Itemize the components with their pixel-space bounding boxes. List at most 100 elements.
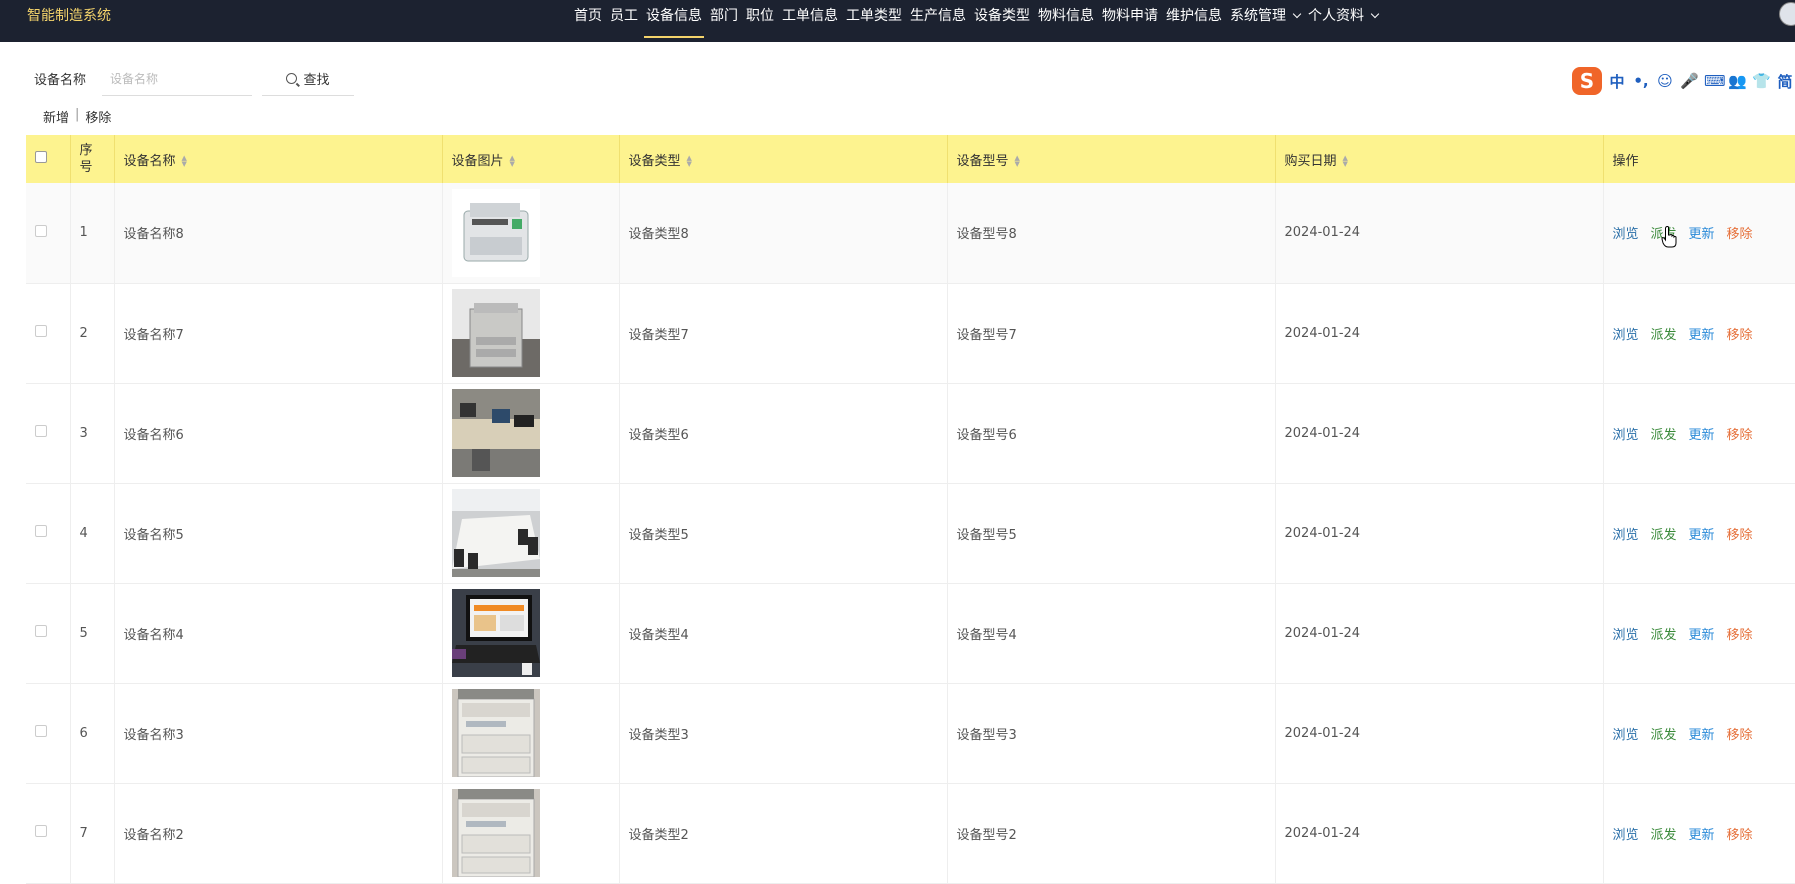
device-image[interactable] [451,389,540,477]
nav-item-7[interactable]: 生产信息 [906,5,970,35]
user-avatar[interactable] [1779,2,1795,26]
row-checkbox[interactable] [35,725,47,737]
remove-button[interactable]: 移除 [1727,528,1753,543]
view-button[interactable]: 浏览 [1613,528,1639,543]
update-button[interactable]: 更新 [1689,428,1715,443]
dispatch-button[interactable]: 派发 [1651,628,1677,643]
view-button[interactable]: 浏览 [1613,728,1639,743]
sort-icon[interactable]: ▲ ▼ [510,155,515,168]
ime-item-icon[interactable]: •, [1632,72,1650,90]
search-input[interactable] [102,62,252,96]
header-name[interactable]: 设备名称 ▲ ▼ [114,135,443,183]
ime-item-icon[interactable]: 👕 [1752,72,1771,90]
nav-item-0[interactable]: 首页 [570,5,606,35]
ime-item-icon[interactable]: ☺ [1656,72,1674,90]
header-select-all[interactable] [26,135,71,183]
row-index: 6 [70,683,115,784]
remove-button[interactable]: 移除 [1727,728,1753,743]
dispatch-button[interactable]: 派发 [1651,528,1677,543]
row-checkbox[interactable] [35,825,47,837]
remove-button[interactable]: 移除 [1727,828,1753,843]
device-image[interactable] [451,689,540,777]
view-button[interactable]: 浏览 [1613,628,1639,643]
row-device-model: 设备型号8 [947,183,1276,284]
nav-item-label: 个人资料 [1308,8,1364,24]
nav-item-13[interactable]: 个人资料 [1304,5,1382,35]
device-image[interactable] [451,289,540,377]
remove-button[interactable]: 移除 [1727,227,1753,242]
view-button[interactable]: 浏览 [1613,828,1639,843]
ime-item-icon[interactable]: 🎤 [1680,72,1699,90]
device-image[interactable] [451,489,540,577]
nav-item-5[interactable]: 工单信息 [778,5,842,35]
nav-item-11[interactable]: 维护信息 [1162,5,1226,35]
view-button[interactable]: 浏览 [1613,328,1639,343]
chevron-down-icon [1292,9,1302,19]
update-button[interactable]: 更新 [1689,828,1715,843]
ime-item-icon[interactable]: 中 [1608,71,1626,92]
row-image-cell [442,183,620,284]
dispatch-button[interactable]: 派发 [1651,828,1677,843]
nav-item-6[interactable]: 工单类型 [842,5,906,35]
row-index: 7 [70,783,115,884]
ime-item-icon[interactable]: 👥 [1728,72,1747,90]
row-checkbox[interactable] [35,525,47,537]
view-button[interactable]: 浏览 [1613,428,1639,443]
row-checkbox[interactable] [35,625,47,637]
update-button[interactable]: 更新 [1689,328,1715,343]
device-image[interactable] [451,188,540,277]
device-image[interactable] [451,789,540,877]
header-ops-label: 操作 [1612,153,1639,169]
select-all-checkbox[interactable] [35,151,47,163]
update-button[interactable]: 更新 [1689,628,1715,643]
update-button[interactable]: 更新 [1689,227,1715,242]
ime-item-icon[interactable]: 简 [1776,71,1794,92]
row-checkbox[interactable] [35,325,47,337]
sort-icon[interactable]: ▲ ▼ [687,155,692,168]
search-button[interactable]: 查找 [262,62,354,96]
row-index: 4 [70,483,115,584]
device-image[interactable] [451,589,540,677]
nav-item-8[interactable]: 设备类型 [970,5,1034,35]
row-index: 1 [70,183,115,284]
update-button[interactable]: 更新 [1689,728,1715,743]
nav-item-9[interactable]: 物料信息 [1034,5,1098,35]
sort-icon[interactable]: ▲ ▼ [182,155,187,168]
view-button[interactable]: 浏览 [1613,227,1639,242]
ime-item-icon[interactable]: ⌨ [1704,72,1726,90]
remove-button[interactable]: 移除 [1727,328,1753,343]
row-device-name: 设备名称8 [114,183,443,284]
add-button[interactable]: 新增 [43,107,69,126]
header-model[interactable]: 设备型号 ▲ ▼ [947,135,1276,183]
ime-logo-icon[interactable]: S [1572,67,1602,95]
header-type-label: 设备类型 [628,153,681,169]
sort-icon[interactable]: ▲ ▼ [1015,155,1020,168]
row-device-type: 设备类型6 [619,383,948,484]
nav-item-4[interactable]: 职位 [742,5,778,35]
remove-button[interactable]: 移除 [1727,628,1753,643]
sort-icon[interactable]: ▲ ▼ [1343,155,1348,168]
row-checkbox[interactable] [35,425,47,437]
dispatch-button[interactable]: 派发 [1651,728,1677,743]
nav-item-label: 员工 [610,8,638,24]
nav-item-10[interactable]: 物料申请 [1098,5,1162,35]
remove-selected-button[interactable]: 移除 [85,107,111,126]
row-checkbox[interactable] [35,224,47,237]
hand-cursor-icon [1661,226,1677,248]
nav-item-2[interactable]: 设备信息 [642,5,706,38]
row-device-type: 设备类型8 [619,183,948,284]
header-date[interactable]: 购买日期 ▲ ▼ [1275,135,1604,183]
dispatch-button[interactable]: 派发 [1651,328,1677,343]
header-image[interactable]: 设备图片 ▲ ▼ [442,135,620,183]
nav-item-3[interactable]: 部门 [706,5,742,35]
nav-item-12[interactable]: 系统管理 [1226,5,1304,35]
header-type[interactable]: 设备类型 ▲ ▼ [619,135,948,183]
row-device-name: 设备名称7 [114,283,443,384]
dispatch-button[interactable]: 派发 [1651,428,1677,443]
remove-button[interactable]: 移除 [1727,428,1753,443]
row-device-type: 设备类型7 [619,283,948,384]
nav-item-1[interactable]: 员工 [606,5,642,35]
row-select-cell [26,583,71,684]
row-purchase-date: 2024-01-24 [1275,483,1604,584]
update-button[interactable]: 更新 [1689,528,1715,543]
